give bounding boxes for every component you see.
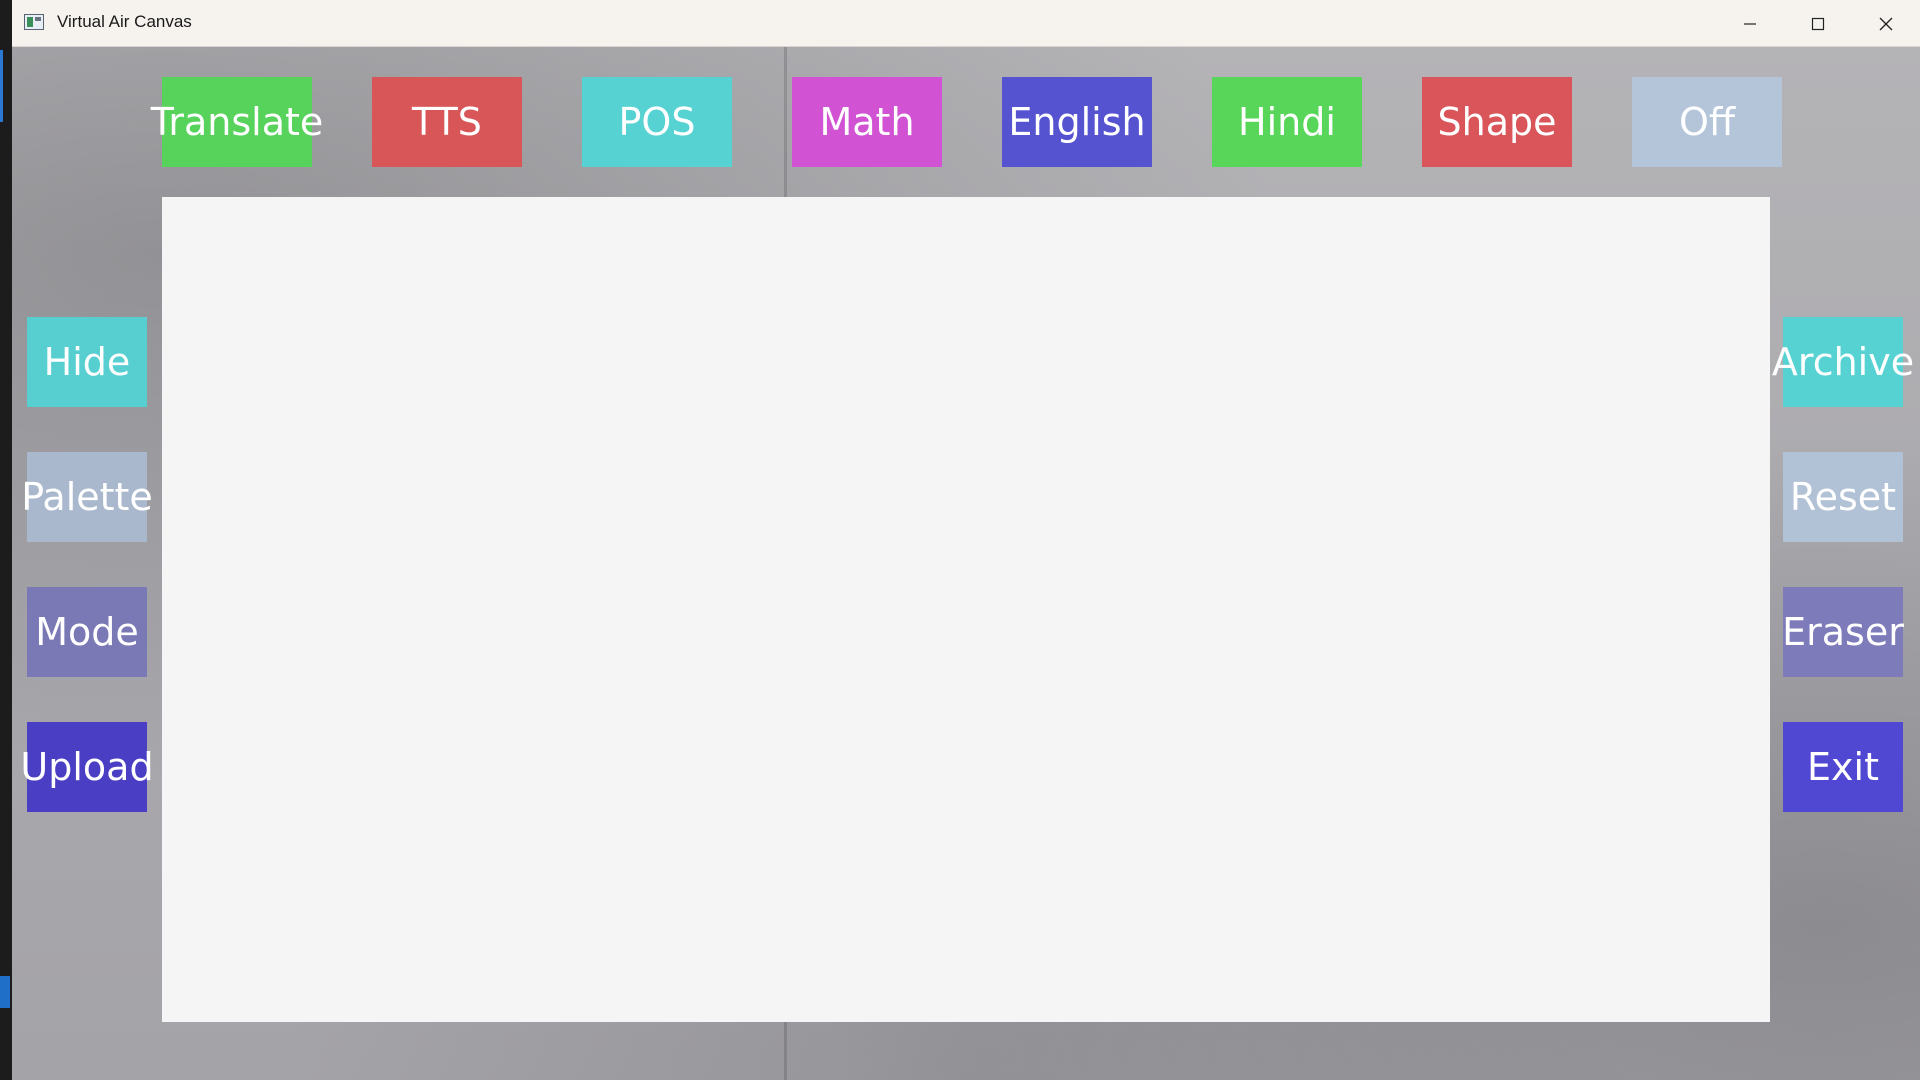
hindi-button[interactable]: Hindi [1212, 77, 1362, 167]
math-button[interactable]: Math [792, 77, 942, 167]
mode-button[interactable]: Mode [27, 587, 147, 677]
app-window: Virtual Air Canvas Translate TTS POS Mat… [12, 0, 1920, 1080]
maximize-icon [1811, 17, 1825, 30]
minimize-button[interactable] [1716, 0, 1784, 47]
maximize-button[interactable] [1784, 0, 1852, 47]
english-button[interactable]: English [1002, 77, 1152, 167]
reset-button[interactable]: Reset [1783, 452, 1903, 542]
exit-button[interactable]: Exit [1783, 722, 1903, 812]
pos-button[interactable]: POS [582, 77, 732, 167]
tts-button[interactable]: TTS [372, 77, 522, 167]
translate-button[interactable]: Translate [151, 77, 323, 167]
camera-feed: Translate TTS POS Math English Hindi Sha… [12, 47, 1920, 1080]
palette-button[interactable]: Palette [21, 452, 153, 542]
taskbar-accent [0, 976, 10, 1008]
minimize-icon [1744, 22, 1756, 25]
archive-button[interactable]: Archive [1772, 317, 1914, 407]
eraser-button[interactable]: Eraser [1782, 587, 1904, 677]
hide-button[interactable]: Hide [27, 317, 147, 407]
close-button[interactable] [1852, 0, 1920, 47]
taskbar-accent [0, 50, 3, 122]
drawing-canvas[interactable] [162, 197, 1770, 1022]
off-button[interactable]: Off [1632, 77, 1782, 167]
close-icon [1879, 17, 1893, 30]
window-title: Virtual Air Canvas [57, 12, 192, 31]
upload-button[interactable]: Upload [20, 722, 154, 812]
desktop-edge [0, 0, 12, 1080]
title-bar[interactable]: Virtual Air Canvas [12, 0, 1920, 47]
app-icon [24, 14, 44, 30]
shape-button[interactable]: Shape [1422, 77, 1572, 167]
